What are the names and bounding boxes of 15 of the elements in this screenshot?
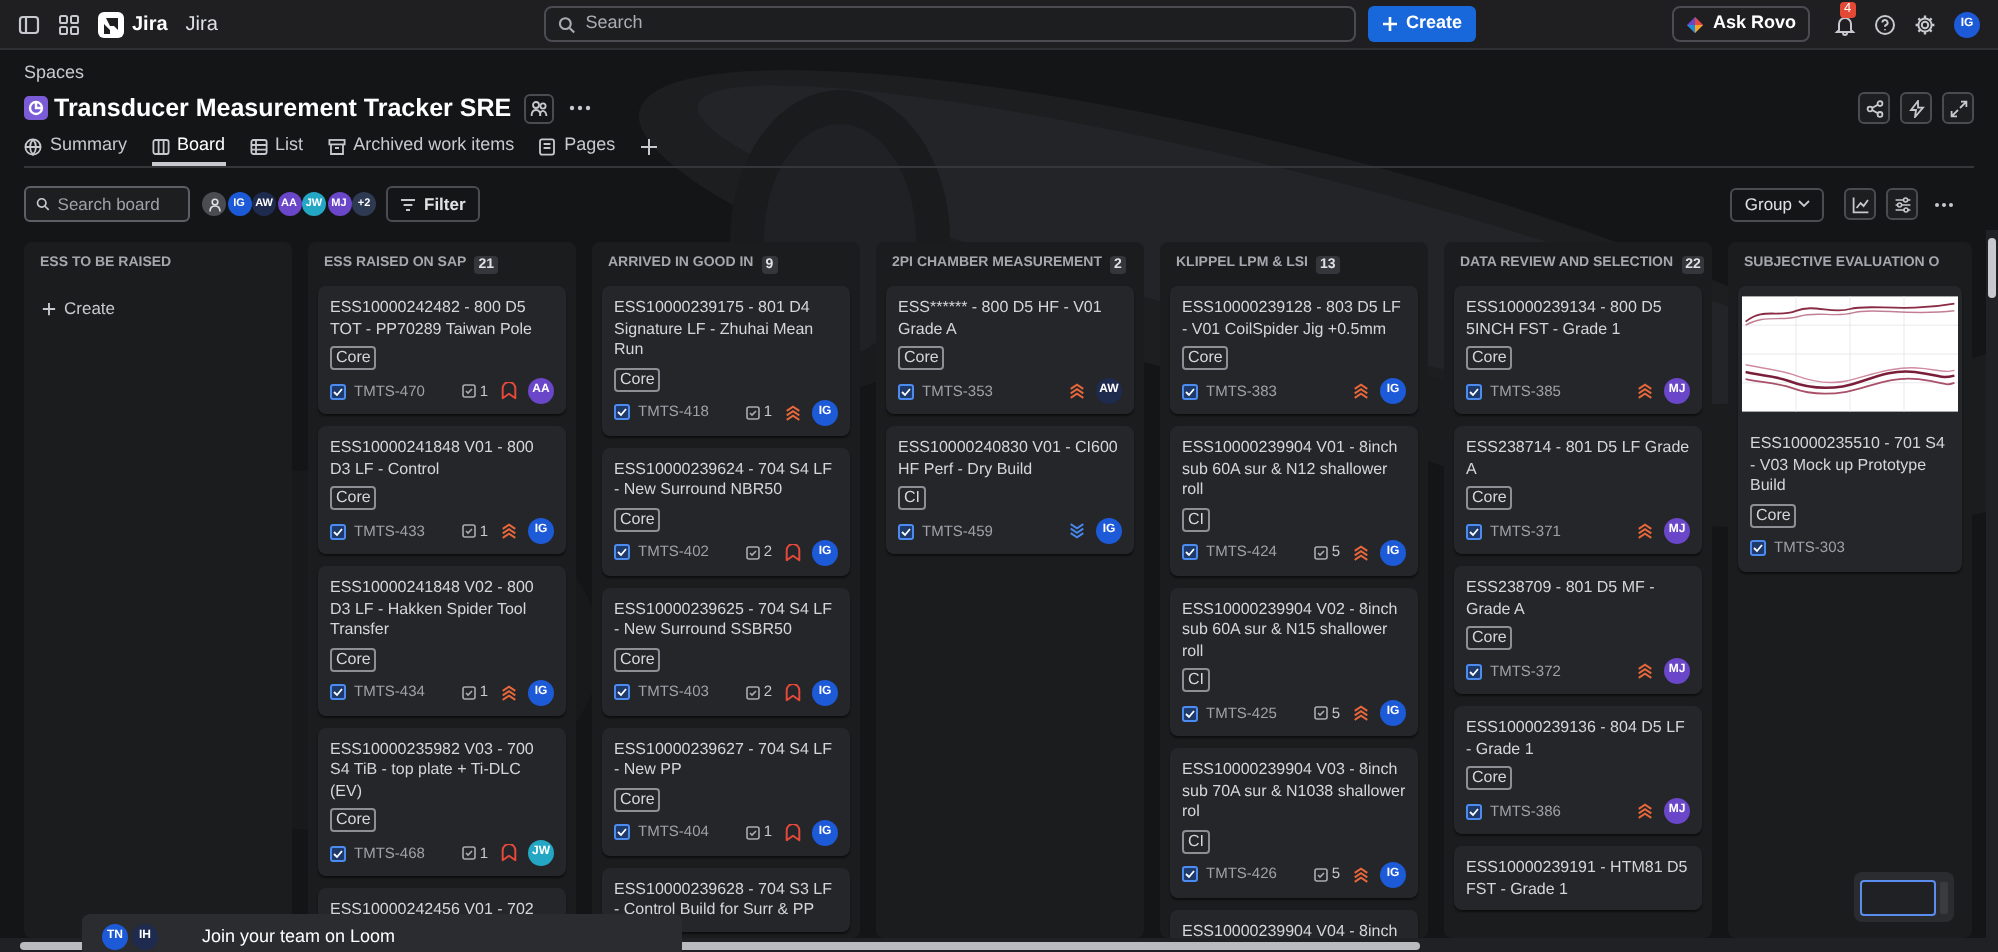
app-switcher-icon[interactable] bbox=[58, 13, 80, 35]
app-label: Jira bbox=[185, 11, 218, 39]
jira-logo-icon[interactable] bbox=[98, 11, 124, 37]
sidebar-toggle-icon[interactable] bbox=[18, 13, 40, 35]
plus-icon bbox=[1382, 16, 1398, 32]
create-button[interactable]: Create bbox=[1368, 6, 1477, 42]
search-input[interactable]: Search bbox=[585, 10, 1342, 38]
notification-bell-icon[interactable] bbox=[1834, 13, 1856, 35]
search-field[interactable]: Search bbox=[544, 6, 1356, 42]
settings-icon[interactable] bbox=[1914, 13, 1936, 35]
help-icon[interactable] bbox=[1874, 13, 1896, 35]
ask-rovo-button[interactable]: Ask Rovo bbox=[1672, 6, 1810, 42]
search-icon bbox=[558, 15, 576, 33]
rovo-icon bbox=[1686, 15, 1705, 33]
app-name: Jira bbox=[132, 11, 168, 39]
